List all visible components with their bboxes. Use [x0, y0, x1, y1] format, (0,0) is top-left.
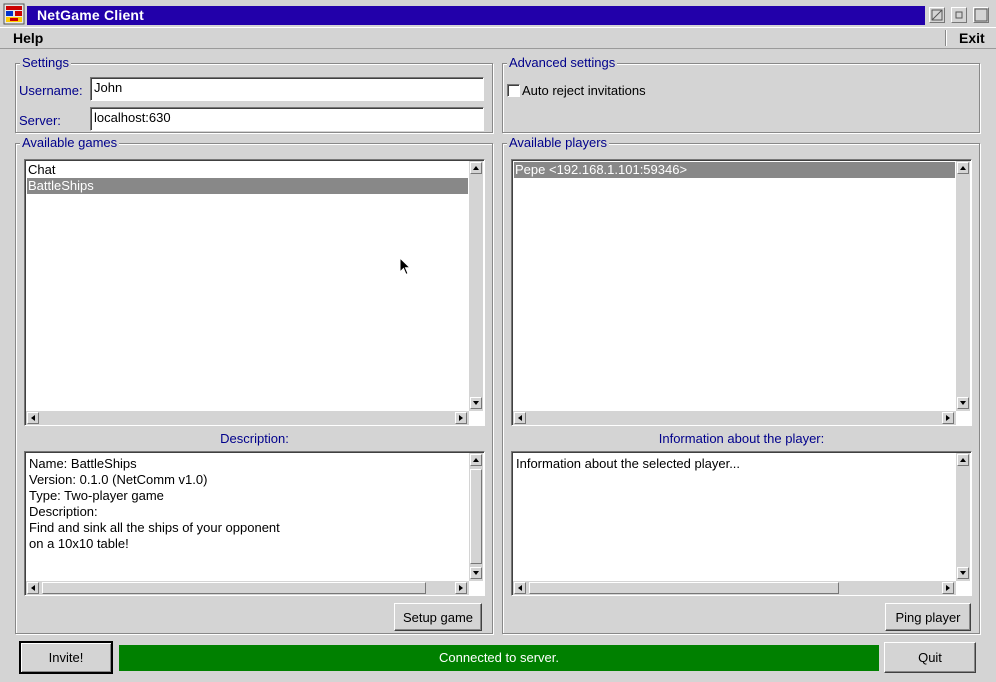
menu-separator: [945, 30, 947, 46]
minimize-window-button[interactable]: [951, 7, 967, 23]
description-scroll-thumb[interactable]: [470, 469, 482, 564]
available-players-legend: Available players: [507, 135, 610, 151]
games-vertical-scrollbar[interactable]: [469, 161, 483, 411]
arrow-up-icon: [960, 166, 966, 170]
description-scroll-up-button[interactable]: [470, 454, 482, 466]
window-title: NetGame Client: [37, 7, 145, 23]
players-scroll-down-button[interactable]: [957, 397, 969, 409]
arrow-up-icon: [473, 166, 479, 170]
username-label: Username:: [19, 83, 83, 98]
arrow-down-icon: [473, 571, 479, 575]
ping-player-button[interactable]: Ping player: [885, 603, 971, 631]
description-line: Type: Two-player game: [29, 488, 164, 503]
player-info-textarea[interactable]: Information about the selected player...: [511, 451, 972, 596]
invite-button[interactable]: Invite!: [19, 641, 113, 674]
arrow-down-icon: [473, 401, 479, 405]
players-scroll-left-button[interactable]: [514, 412, 526, 424]
menu-bar: Help Exit: [0, 28, 996, 49]
description-line: Name: BattleShips: [29, 456, 137, 471]
player-info-label: Information about the player:: [658, 431, 825, 446]
mouse-cursor-icon: [399, 257, 411, 276]
available-games-legend: Available games: [20, 135, 120, 151]
description-scroll-down-button[interactable]: [470, 567, 482, 579]
quit-button[interactable]: Quit: [884, 642, 976, 673]
arrow-right-icon: [459, 415, 463, 421]
server-label: Server:: [19, 113, 61, 128]
description-line: Find and sink all the ships of your oppo…: [29, 520, 280, 535]
description-line: on a 10x10 table!: [29, 536, 129, 551]
maximize-window-button[interactable]: [973, 7, 989, 23]
auto-reject-checkbox[interactable]: [507, 84, 520, 97]
close-window-button[interactable]: [929, 7, 945, 23]
description-vertical-scrollbar[interactable]: [469, 453, 483, 581]
advanced-settings-legend: Advanced settings: [507, 55, 618, 71]
arrow-down-icon: [960, 401, 966, 405]
description-scroll-left-button[interactable]: [27, 582, 39, 594]
player-info-hscroll-thumb[interactable]: [529, 582, 839, 594]
games-list[interactable]: Chat BattleShips: [24, 159, 485, 426]
server-field[interactable]: localhost:630: [90, 107, 484, 131]
list-item-battleships[interactable]: BattleShips: [27, 178, 468, 194]
player-info-horizontal-scrollbar[interactable]: [513, 581, 956, 595]
minimize-icon: [955, 11, 963, 19]
arrow-down-icon: [960, 571, 966, 575]
player-info-scroll-down-button[interactable]: [957, 567, 969, 579]
arrow-left-icon: [31, 585, 35, 591]
arrow-left-icon: [518, 415, 522, 421]
player-info-scroll-right-button[interactable]: [942, 582, 954, 594]
maximize-icon: [974, 8, 988, 22]
arrow-right-icon: [946, 415, 950, 421]
games-scroll-up-button[interactable]: [470, 162, 482, 174]
list-item-player[interactable]: Pepe <192.168.1.101:59346>: [514, 162, 955, 178]
arrow-left-icon: [31, 415, 35, 421]
title-strip: NetGame Client: [27, 6, 925, 25]
games-horizontal-scrollbar[interactable]: [26, 411, 469, 425]
games-scroll-right-button[interactable]: [455, 412, 467, 424]
player-info-vertical-scrollbar[interactable]: [956, 453, 970, 581]
players-scroll-up-button[interactable]: [957, 162, 969, 174]
description-line: Description:: [29, 504, 98, 519]
auto-reject-label[interactable]: Auto reject invitations: [522, 83, 646, 99]
arrow-left-icon: [518, 585, 522, 591]
settings-legend: Settings: [20, 55, 71, 71]
description-hscroll-thumb[interactable]: [42, 582, 426, 594]
username-field[interactable]: John: [90, 77, 484, 101]
app-icon: [3, 3, 25, 25]
arrow-right-icon: [459, 585, 463, 591]
arrow-up-icon: [473, 458, 479, 462]
players-scroll-right-button[interactable]: [942, 412, 954, 424]
player-info-scroll-left-button[interactable]: [514, 582, 526, 594]
exit-menu[interactable]: Exit: [959, 29, 985, 47]
arrow-right-icon: [946, 585, 950, 591]
player-info-scroll-up-button[interactable]: [957, 454, 969, 466]
games-scroll-left-button[interactable]: [27, 412, 39, 424]
close-icon: [931, 9, 943, 21]
players-horizontal-scrollbar[interactable]: [513, 411, 956, 425]
description-line: Version: 0.1.0 (NetComm v1.0): [29, 472, 208, 487]
title-bar[interactable]: NetGame Client: [0, 0, 996, 28]
players-vertical-scrollbar[interactable]: [956, 161, 970, 411]
description-textarea[interactable]: Name: BattleShips Version: 0.1.0 (NetCom…: [24, 451, 485, 596]
list-item-chat[interactable]: Chat: [27, 162, 468, 178]
arrow-up-icon: [960, 458, 966, 462]
players-list[interactable]: Pepe <192.168.1.101:59346>: [511, 159, 972, 426]
player-info-line: Information about the selected player...: [516, 456, 741, 471]
status-bar: Connected to server.: [119, 645, 879, 671]
description-scroll-right-button[interactable]: [455, 582, 467, 594]
description-label: Description:: [220, 431, 289, 446]
games-scroll-down-button[interactable]: [470, 397, 482, 409]
help-menu[interactable]: Help: [13, 29, 43, 47]
setup-game-button[interactable]: Setup game: [394, 603, 482, 631]
description-horizontal-scrollbar[interactable]: [26, 581, 469, 595]
